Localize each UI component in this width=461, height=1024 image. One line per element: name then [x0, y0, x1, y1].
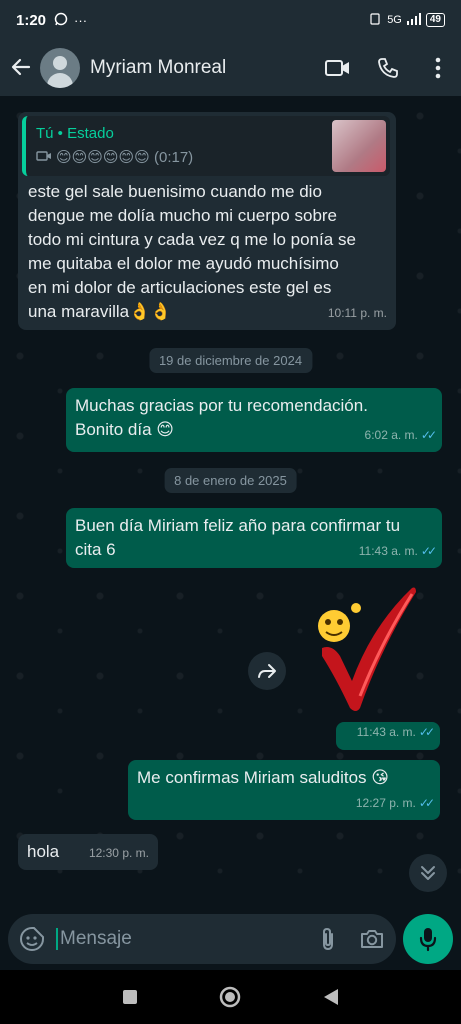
camera-icon[interactable]: [358, 925, 386, 953]
vibrate-icon: [367, 12, 383, 28]
read-ticks-icon: ✓✓: [418, 725, 435, 739]
message-outgoing[interactable]: Buen día Miriam feliz año para confirmar…: [66, 508, 442, 568]
network-type: 5G: [387, 14, 402, 26]
quote-duration: 😊😊😊😊😊😊 (0:17): [56, 149, 194, 166]
chat-header: Myriam Monreal: [0, 40, 461, 96]
phone-screen: 1:20 ··· 5G 49 Myriam Monreal Tú • Estad…: [0, 0, 461, 1024]
recents-button[interactable]: [115, 982, 145, 1012]
message-text: Me confirmas Miriam saluditos 😘: [137, 768, 390, 787]
message-incoming[interactable]: hola 12:30 p. m.: [18, 834, 158, 870]
scroll-down-button[interactable]: [409, 854, 447, 892]
battery-icon: 49: [425, 13, 445, 27]
microphone-button[interactable]: [403, 914, 453, 964]
avatar[interactable]: [40, 48, 80, 88]
more-options-icon[interactable]: [425, 55, 451, 81]
message-meta: 11:43 a. m. ✓✓: [358, 539, 437, 563]
read-ticks-icon: ✓✓: [418, 796, 435, 810]
message-meta: 6:02 a. m. ✓✓: [364, 423, 438, 447]
back-arrow-icon[interactable]: [10, 56, 34, 80]
composer: Mensaje: [0, 908, 461, 970]
whatsapp-icon: [54, 12, 68, 29]
more-notifications-icon: ···: [74, 12, 88, 28]
message-input-bar[interactable]: Mensaje: [8, 914, 396, 964]
attach-icon[interactable]: [314, 925, 342, 953]
message-time: 10:11 p. m.: [327, 306, 387, 320]
date-separator: 19 de diciembre de 2024: [148, 348, 313, 373]
home-button[interactable]: [215, 982, 245, 1012]
date-separator: 8 de enero de 2025: [164, 468, 297, 493]
chat-area[interactable]: Tú • Estado 😊😊😊😊😊😊 (0:17) este gel sale …: [0, 96, 461, 908]
forward-icon[interactable]: [248, 652, 286, 690]
message-time: 12:27 p. m.: [355, 796, 416, 810]
message-time: 11:43 a. m.: [358, 544, 418, 558]
status-bar: 1:20 ··· 5G 49: [0, 0, 461, 40]
contact-name[interactable]: Myriam Monreal: [90, 57, 301, 79]
message-outgoing[interactable]: Muchas gracias por tu recomendación. Bon…: [66, 388, 442, 452]
message-incoming[interactable]: Tú • Estado 😊😊😊😊😊😊 (0:17) este gel sale …: [18, 112, 396, 330]
message-outgoing[interactable]: Me confirmas Miriam saluditos 😘 12:27 p.…: [128, 760, 440, 820]
video-camera-icon: [36, 146, 52, 170]
quote-text: 😊😊😊😊😊😊 (0:17): [36, 146, 193, 170]
status-right: 5G 49: [367, 12, 445, 28]
message-meta: 10:11 p. m.: [328, 301, 387, 325]
status-time: 1:20: [16, 11, 47, 29]
message-input[interactable]: Mensaje: [56, 928, 298, 950]
system-nav-bar: [0, 970, 461, 1024]
sticker-checkmark[interactable]: [312, 586, 422, 716]
status-reply-quote[interactable]: Tú • Estado 😊😊😊😊😊😊 (0:17): [22, 116, 390, 176]
voice-call-icon[interactable]: [375, 55, 401, 81]
status-thumbnail: [332, 120, 386, 172]
sticker-meta-bubble: 11:43 a. m. ✓✓: [336, 722, 440, 750]
signal-icon: [406, 12, 422, 28]
message-text: este gel sale buenisimo cuando me dio de…: [28, 182, 356, 321]
message-meta: 12:27 p. m. ✓✓: [355, 791, 435, 815]
quote-author: Tú • Estado: [36, 125, 114, 142]
message-meta: 12:30 p. m.: [89, 841, 149, 865]
back-button[interactable]: [316, 982, 346, 1012]
message-time: 12:30 p. m.: [88, 846, 149, 860]
read-ticks-icon: ✓✓: [420, 428, 437, 442]
message-time: 6:02 a. m.: [364, 428, 418, 442]
message-time: 11:43 a. m.: [356, 725, 416, 739]
read-ticks-icon: ✓✓: [420, 544, 437, 558]
video-call-icon[interactable]: [325, 55, 351, 81]
sticker-emoji-icon[interactable]: [18, 925, 46, 953]
message-meta: 11:43 a. m. ✓✓: [356, 720, 435, 744]
